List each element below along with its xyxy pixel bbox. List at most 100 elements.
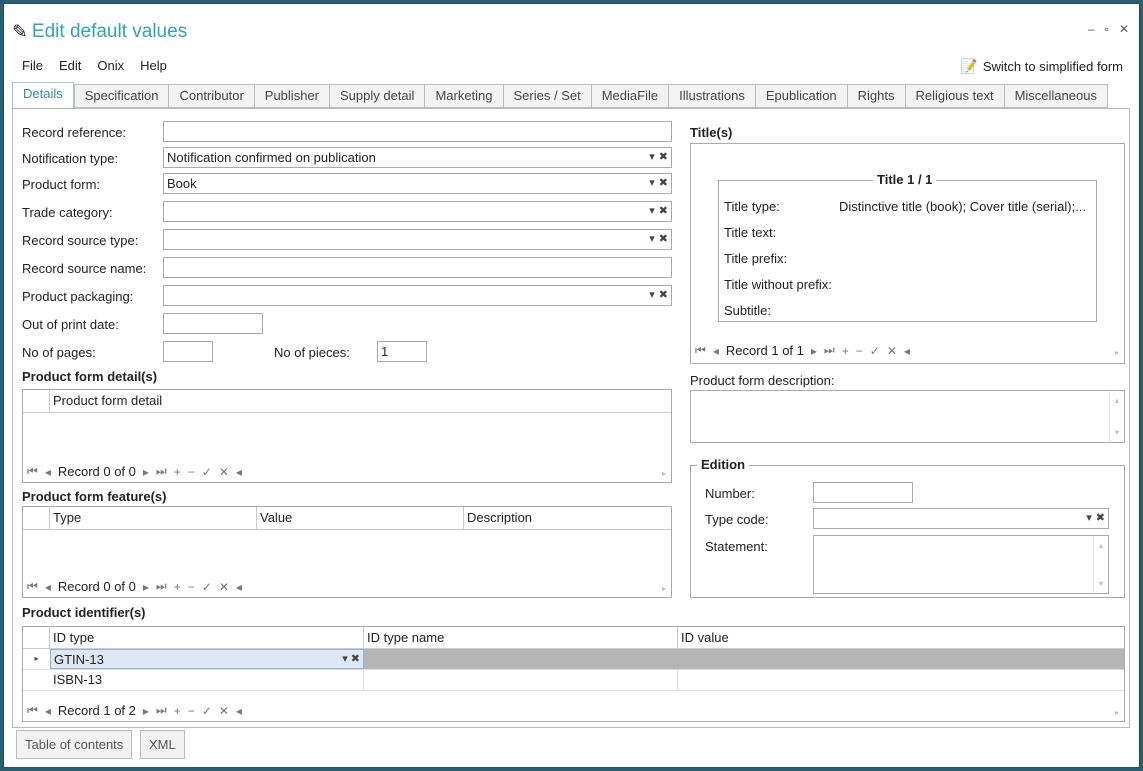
cancel-record-icon[interactable]: ✕: [219, 704, 229, 718]
tab-publisher[interactable]: Publisher: [253, 84, 329, 108]
prev-record-icon[interactable]: ◂: [45, 465, 51, 479]
dropdown-arrow-icon[interactable]: ▾: [649, 232, 655, 247]
clear-icon[interactable]: ✖: [351, 653, 360, 665]
scroll-up-icon[interactable]: ▴: [1115, 393, 1119, 408]
tab-mediafile[interactable]: MediaFile: [590, 84, 669, 108]
cancel-record-icon[interactable]: ✕: [219, 465, 229, 479]
scroll-right-icon[interactable]: ▸: [1115, 708, 1119, 717]
tab-miscellaneous[interactable]: Miscellaneous: [1003, 84, 1108, 108]
tab-illustrations[interactable]: Illustrations: [668, 84, 755, 108]
id-type-cell[interactable]: ISBN-13: [50, 670, 364, 690]
cancel-record-icon[interactable]: ✕: [887, 344, 897, 358]
prev-record-icon[interactable]: ◂: [45, 580, 51, 594]
scroll-right-icon[interactable]: ▸: [662, 469, 666, 478]
tab-rights[interactable]: Rights: [846, 84, 905, 108]
product-packaging-select[interactable]: ▾ ✖: [163, 285, 672, 306]
add-record-icon[interactable]: +: [174, 580, 181, 594]
id-type-cell-editor[interactable]: GTIN-13 ▾ ✖: [50, 649, 364, 669]
type-column[interactable]: Type: [50, 507, 257, 529]
add-record-icon[interactable]: +: [842, 344, 849, 358]
clear-icon[interactable]: ✖: [1096, 511, 1105, 526]
add-record-icon[interactable]: +: [174, 704, 181, 718]
product-form-description-textarea[interactable]: ▴ ▾: [690, 390, 1125, 443]
table-row[interactable]: ▸ GTIN-13 ▾ ✖: [23, 649, 1124, 670]
last-record-icon[interactable]: ⏭: [156, 579, 167, 594]
id-type-column[interactable]: ID type: [50, 627, 364, 648]
cancel-record-icon[interactable]: ✕: [219, 580, 229, 594]
id-type-name-column[interactable]: ID type name: [364, 627, 678, 648]
dropdown-arrow-icon[interactable]: ▾: [342, 653, 348, 665]
edition-statement-textarea[interactable]: ▴ ▾: [813, 535, 1109, 594]
remove-record-icon[interactable]: −: [188, 580, 195, 594]
first-record-icon[interactable]: ⏮: [27, 579, 38, 594]
next-record-icon[interactable]: ▸: [811, 344, 817, 358]
title-type-value[interactable]: Distinctive title (book); Cover title (s…: [839, 199, 1086, 214]
scroll-left-icon[interactable]: ◂: [236, 465, 242, 479]
clear-icon[interactable]: ✖: [659, 288, 668, 303]
confirm-record-icon[interactable]: ✓: [202, 704, 212, 718]
first-record-icon[interactable]: ⏮: [695, 343, 706, 358]
tab-specification[interactable]: Specification: [73, 84, 169, 108]
dropdown-arrow-icon[interactable]: ▾: [649, 150, 655, 165]
clear-icon[interactable]: ✖: [659, 232, 668, 247]
maximize-icon[interactable]: ▫: [1105, 22, 1109, 36]
record-source-type-select[interactable]: ▾ ✖: [163, 229, 672, 250]
tab-series-set[interactable]: Series / Set: [502, 84, 591, 108]
scroll-up-icon[interactable]: ▴: [1099, 538, 1103, 553]
next-record-icon[interactable]: ▸: [143, 580, 149, 594]
no-of-pages-input[interactable]: [163, 341, 213, 362]
confirm-record-icon[interactable]: ✓: [202, 465, 212, 479]
dropdown-arrow-icon[interactable]: ▾: [649, 204, 655, 219]
tab-contributor[interactable]: Contributor: [168, 84, 254, 108]
add-record-icon[interactable]: +: [174, 465, 181, 479]
xml-button[interactable]: XML: [140, 730, 185, 759]
id-value-cell[interactable]: [678, 670, 1124, 690]
vertical-scrollbar[interactable]: ▴ ▾: [1093, 536, 1108, 593]
table-row[interactable]: ISBN-13: [23, 670, 1124, 691]
tab-supply-detail[interactable]: Supply detail: [328, 84, 425, 108]
next-record-icon[interactable]: ▸: [143, 704, 149, 718]
remove-record-icon[interactable]: −: [188, 704, 195, 718]
last-record-icon[interactable]: ⏭: [156, 464, 167, 479]
menu-edit[interactable]: Edit: [51, 56, 89, 75]
record-source-name-input[interactable]: [163, 257, 672, 278]
tab-marketing[interactable]: Marketing: [424, 84, 503, 108]
edition-number-input[interactable]: [813, 482, 913, 503]
selected-row-cells[interactable]: [364, 649, 1124, 669]
table-of-contents-button[interactable]: Table of contents: [16, 730, 133, 759]
clear-icon[interactable]: ✖: [659, 204, 668, 219]
value-column[interactable]: Value: [257, 507, 464, 529]
dropdown-arrow-icon[interactable]: ▾: [649, 176, 655, 191]
id-value-column[interactable]: ID value: [678, 627, 1124, 648]
scroll-left-icon[interactable]: ◂: [236, 704, 242, 718]
tab-epublication[interactable]: Epublication: [754, 84, 847, 108]
clear-icon[interactable]: ✖: [659, 150, 668, 165]
switch-simplified-button[interactable]: 📝 Switch to simplified form: [960, 58, 1123, 75]
dropdown-arrow-icon[interactable]: ▾: [1086, 511, 1092, 526]
scroll-down-icon[interactable]: ▾: [1115, 425, 1119, 440]
tab-details[interactable]: Details: [12, 82, 74, 109]
last-record-icon[interactable]: ⏭: [824, 343, 835, 358]
prev-record-icon[interactable]: ◂: [45, 704, 51, 718]
dropdown-arrow-icon[interactable]: ▾: [649, 288, 655, 303]
prev-record-icon[interactable]: ◂: [713, 344, 719, 358]
first-record-icon[interactable]: ⏮: [27, 464, 38, 479]
vertical-scrollbar[interactable]: ▴ ▾: [1109, 391, 1124, 442]
description-column[interactable]: Description: [464, 507, 671, 529]
edition-type-code-select[interactable]: ▾ ✖: [813, 508, 1109, 529]
no-of-pieces-input[interactable]: 1: [377, 341, 427, 362]
trade-category-select[interactable]: ▾ ✖: [163, 201, 672, 222]
scroll-down-icon[interactable]: ▾: [1099, 576, 1103, 591]
product-form-select[interactable]: Book ▾ ✖: [163, 173, 672, 194]
close-icon[interactable]: ✕: [1119, 22, 1129, 36]
next-record-icon[interactable]: ▸: [143, 465, 149, 479]
id-type-name-cell[interactable]: [364, 670, 678, 690]
menu-help[interactable]: Help: [132, 56, 175, 75]
first-record-icon[interactable]: ⏮: [27, 703, 38, 718]
last-record-icon[interactable]: ⏭: [156, 703, 167, 718]
minimize-icon[interactable]: –: [1088, 22, 1095, 36]
out-of-print-input[interactable]: [163, 313, 263, 334]
scroll-right-icon[interactable]: ▸: [1115, 348, 1119, 357]
confirm-record-icon[interactable]: ✓: [870, 344, 880, 358]
confirm-record-icon[interactable]: ✓: [202, 580, 212, 594]
